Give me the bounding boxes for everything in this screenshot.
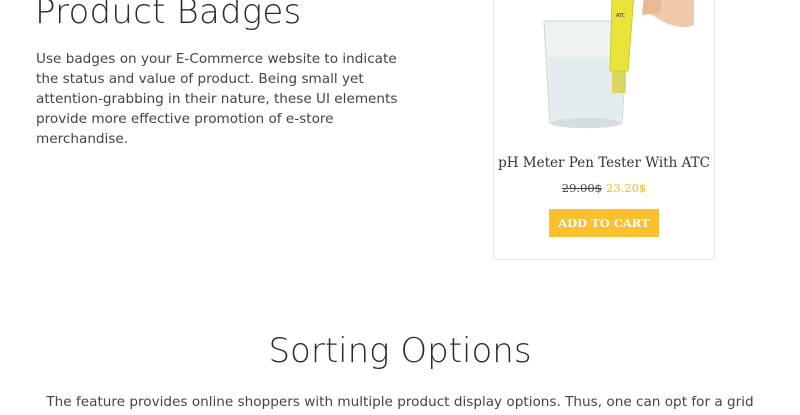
sorting-options-title: Sorting Options: [268, 331, 532, 371]
add-to-cart-button[interactable]: ADD TO CART: [549, 209, 659, 237]
product-card: ATC pH Meter Pen Tester With ATC 29.00$ 2…: [493, 0, 715, 260]
product-badges-description: Use badges on your E-Commerce website to…: [36, 51, 398, 147]
product-badges-title: Product Badges: [35, 0, 302, 32]
old-price: 29.00$: [561, 181, 602, 195]
svg-text:ATC: ATC: [616, 13, 626, 19]
sorting-options-description: The feature provides online shoppers wit…: [46, 394, 754, 410]
sale-price: 23.20$: [606, 181, 647, 195]
price-row: 29.00$ 23.20$: [494, 181, 714, 195]
ph-pen-shape: [609, 0, 635, 72]
product-name[interactable]: pH Meter Pen Tester With ATC: [494, 155, 714, 171]
ph-meter-product-image[interactable]: ATC: [534, 0, 694, 131]
